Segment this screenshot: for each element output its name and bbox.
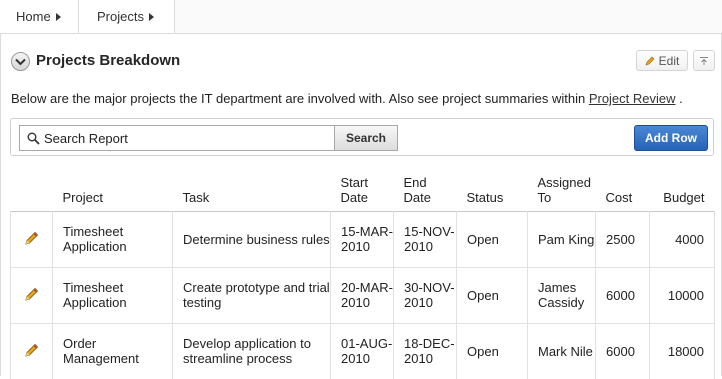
cell-budget: 4000	[649, 210, 715, 267]
cell-task: Determine business rules	[172, 210, 331, 267]
cell-assigned-to: Pam King	[527, 210, 596, 267]
cell-end-date: 15-NOV-2010	[393, 210, 457, 267]
breadcrumb: Home Projects	[0, 0, 722, 34]
caret-right-icon	[55, 13, 61, 21]
edit-button[interactable]: Edit	[636, 50, 688, 71]
cell-cost: 6000	[595, 322, 650, 379]
cell-project: Timesheet Application	[52, 266, 173, 323]
cell-assigned-to: Mark Nile	[527, 322, 596, 379]
projects-region: Projects Breakdown Edit Below are the ma…	[0, 34, 722, 379]
breadcrumb-projects[interactable]: Projects	[79, 0, 175, 33]
cell-status: Open	[456, 210, 528, 267]
cell-status: Open	[456, 266, 528, 323]
cell-project: Order Management	[52, 322, 173, 379]
column-header-assigned-to[interactable]: Assigned To	[528, 169, 596, 211]
cell-start-date: 15-MAR-2010	[330, 210, 394, 267]
projects-report-table: Project Task Start Date End Date Status …	[10, 169, 715, 379]
cell-end-date: 18-DEC-2010	[393, 322, 457, 379]
cell-budget: 18000	[649, 322, 715, 379]
edit-cell	[10, 266, 53, 323]
arrow-up-bar-icon	[700, 56, 708, 65]
chevron-down-icon	[15, 58, 26, 65]
search-input[interactable]	[42, 126, 342, 150]
column-header-start-date[interactable]: Start Date	[331, 169, 394, 211]
table-header-row: Project Task Start Date End Date Status …	[11, 169, 715, 211]
search-button[interactable]: Search	[334, 125, 398, 151]
caret-right-icon	[148, 13, 154, 21]
description-suffix: .	[675, 91, 683, 106]
column-header-project[interactable]: Project	[53, 169, 173, 211]
collapse-button[interactable]	[11, 52, 30, 71]
cell-cost: 6000	[595, 266, 650, 323]
region-description: Below are the major projects the IT depa…	[11, 91, 683, 106]
cell-assigned-to: James Cassidy	[527, 266, 596, 323]
column-header-cost[interactable]: Cost	[596, 169, 650, 211]
table-row: Order Management Develop application to …	[10, 322, 715, 379]
column-header-budget[interactable]: Budget	[650, 169, 715, 211]
search-icon	[20, 132, 42, 145]
edit-button-label: Edit	[658, 53, 680, 68]
edit-pencil-icon[interactable]	[24, 286, 40, 305]
search-field: Search	[19, 125, 398, 151]
breadcrumb-home-label: Home	[16, 9, 51, 24]
breadcrumb-projects-label: Projects	[97, 9, 144, 24]
column-header-end-date[interactable]: End Date	[394, 169, 457, 211]
region-header: Projects Breakdown Edit	[1, 48, 721, 76]
edit-cell	[10, 210, 53, 267]
cell-project: Timesheet Application	[52, 210, 173, 267]
edit-pencil-icon[interactable]	[24, 342, 40, 361]
pencil-icon	[645, 56, 655, 66]
cell-start-date: 20-MAR-2010	[330, 266, 394, 323]
cell-end-date: 30-NOV-2010	[393, 266, 457, 323]
cell-task: Develop application to streamline proces…	[172, 322, 331, 379]
column-header-edit	[11, 169, 53, 211]
cell-task: Create prototype and trial testing	[172, 266, 331, 323]
report-toolbar: Search Add Row	[10, 118, 714, 156]
description-text: Below are the major projects the IT depa…	[11, 91, 589, 106]
back-to-top-button[interactable]	[693, 50, 715, 71]
cell-cost: 2500	[595, 210, 650, 267]
project-review-link[interactable]: Project Review	[589, 91, 676, 106]
add-row-button[interactable]: Add Row	[634, 125, 708, 151]
column-header-task[interactable]: Task	[173, 169, 331, 211]
region-title: Projects Breakdown	[36, 52, 181, 69]
edit-cell	[10, 322, 53, 379]
edit-pencil-icon[interactable]	[24, 230, 40, 249]
cell-start-date: 01-AUG-2010	[330, 322, 394, 379]
cell-budget: 10000	[649, 266, 715, 323]
column-header-status[interactable]: Status	[457, 169, 528, 211]
cell-status: Open	[456, 322, 528, 379]
table-row: Timesheet Application Determine business…	[10, 210, 715, 267]
table-row: Timesheet Application Create prototype a…	[10, 266, 715, 323]
breadcrumb-home[interactable]: Home	[0, 0, 79, 33]
